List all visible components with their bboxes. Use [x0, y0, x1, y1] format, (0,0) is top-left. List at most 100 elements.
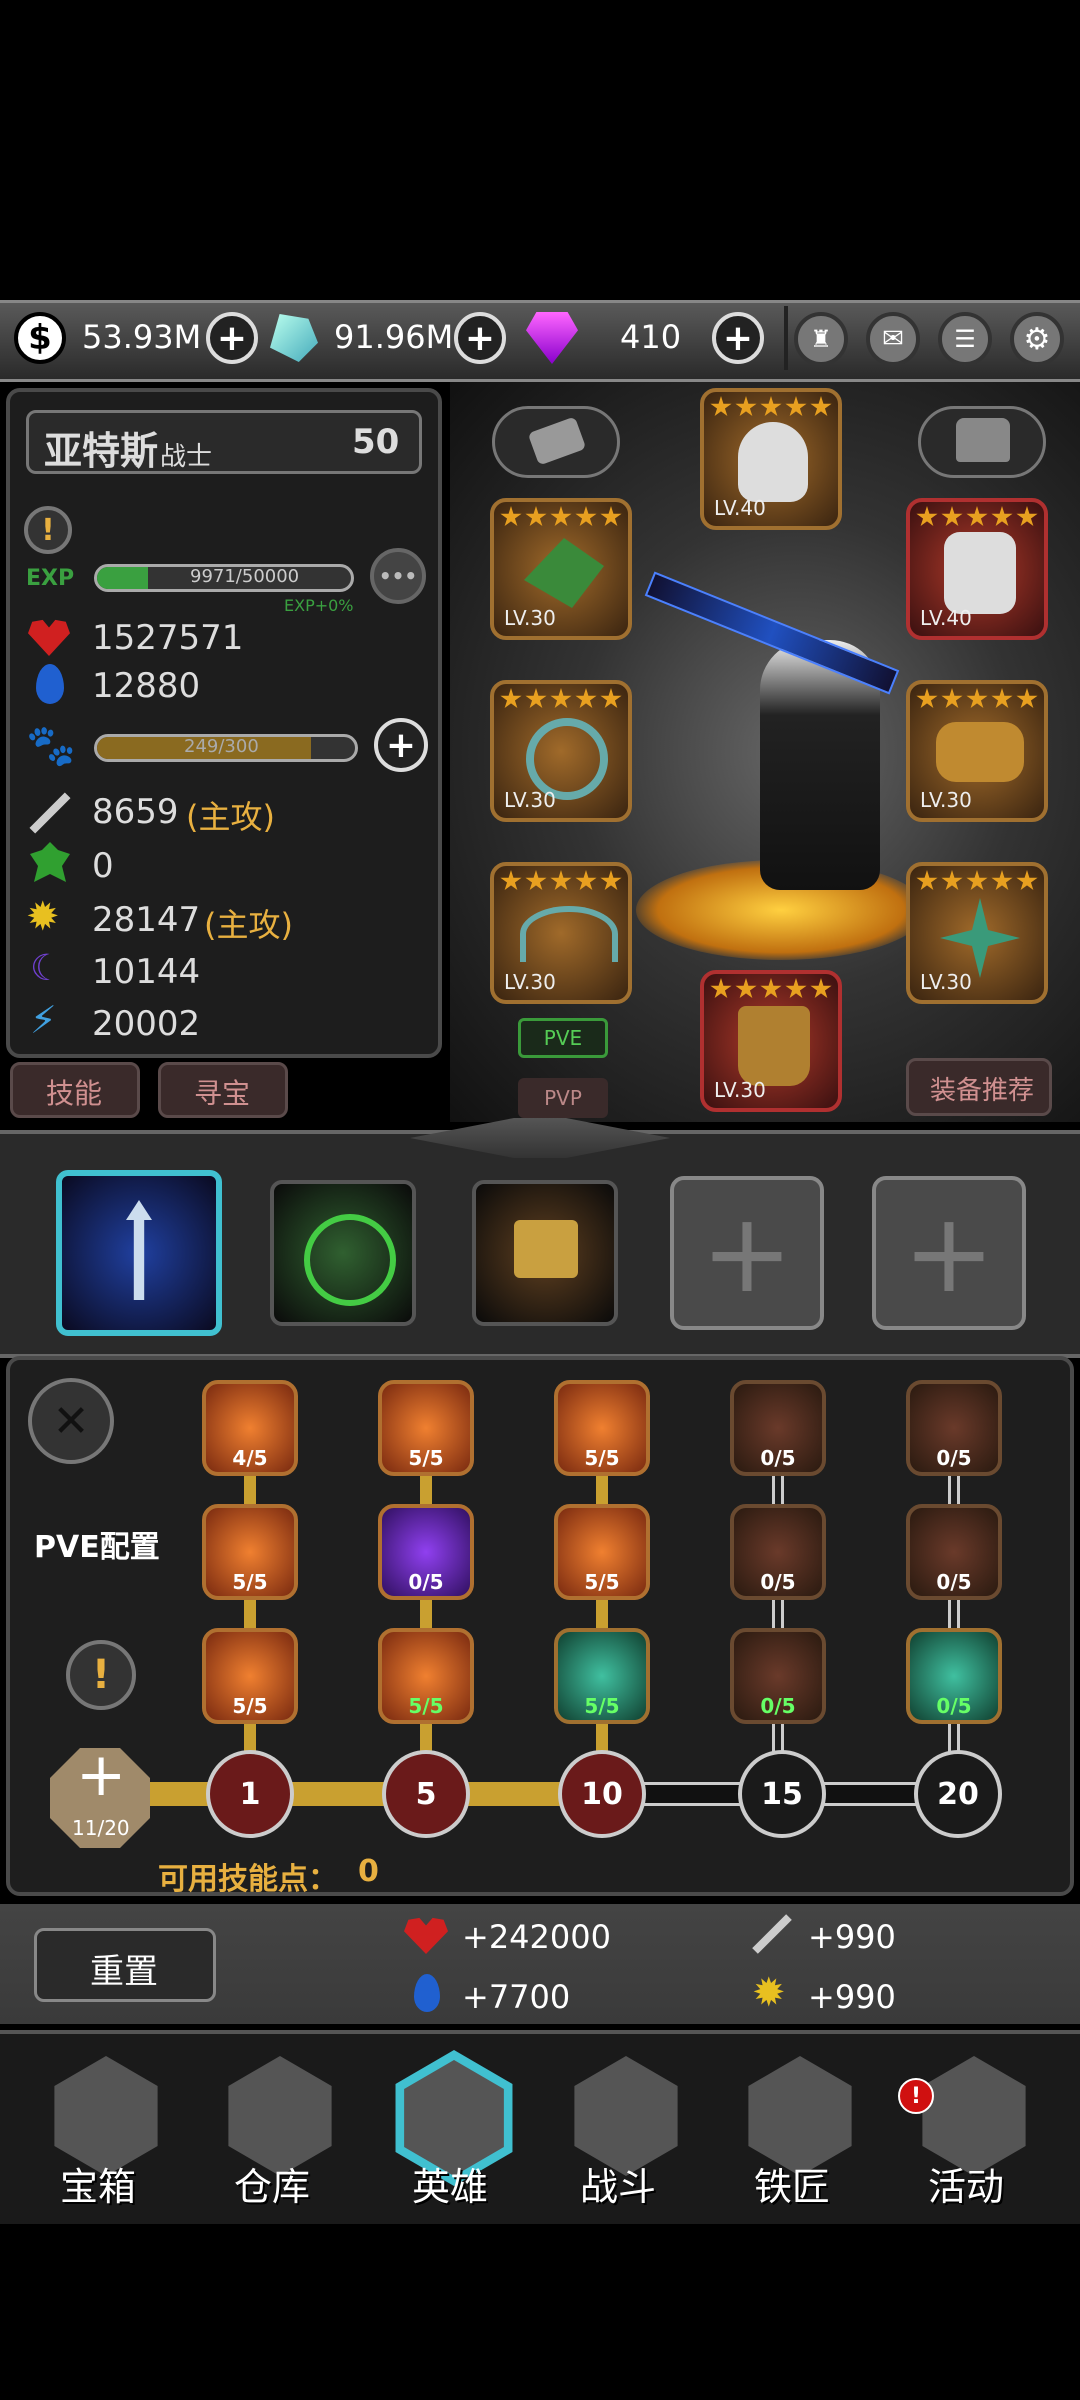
- tab-hero[interactable]: 英雄: [386, 2050, 526, 2209]
- mana-drop-icon: [36, 664, 64, 704]
- add-pet-button[interactable]: +: [374, 718, 428, 772]
- hero-level: 50: [352, 422, 400, 462]
- skill-r1c2[interactable]: 5/5: [378, 1380, 474, 1476]
- stat-defense: 10144: [92, 952, 201, 992]
- equip-slot-shuriken[interactable]: LV.30: [906, 862, 1048, 1004]
- skill-info-button[interactable]: !: [66, 1640, 136, 1710]
- config-label: PVE配置: [34, 1530, 160, 1565]
- pet-value: 249/300: [184, 736, 259, 757]
- equip-slot-bow[interactable]: LV.30: [490, 862, 632, 1004]
- equip-slot-armor[interactable]: LV.40: [906, 498, 1048, 640]
- level-node-20: 20: [914, 1750, 1002, 1838]
- skill-r3c5[interactable]: 0/5: [906, 1628, 1002, 1724]
- skill-r2c3[interactable]: 5/5: [554, 1504, 650, 1600]
- armor-icon: [944, 532, 1016, 614]
- skill-r2c4[interactable]: 0/5: [730, 1504, 826, 1600]
- stat-speed: 20002: [92, 1004, 201, 1044]
- bonus-hp: +242000: [462, 1918, 611, 1956]
- tab-chest[interactable]: 宝箱: [42, 2056, 172, 2209]
- gear-icon[interactable]: ⚙: [1010, 312, 1064, 366]
- bonus-magic: +990: [808, 1978, 896, 2016]
- level-node-5: 5: [382, 1750, 470, 1838]
- equip-slot-boots[interactable]: LV.30: [700, 970, 842, 1112]
- trophy-icon[interactable]: ♜: [794, 312, 848, 366]
- progress-plus-icon: +: [76, 1740, 127, 1810]
- stat-luck: 0: [92, 846, 114, 886]
- more-button[interactable]: •••: [370, 548, 426, 604]
- bonus-attack: +990: [808, 1918, 896, 1956]
- treasure-button-label: 寻宝: [194, 1077, 251, 1110]
- sword-emblem-icon: [126, 1200, 152, 1300]
- equip-slot-ring[interactable]: LV.30: [490, 680, 632, 822]
- mail-icon[interactable]: ✉: [866, 312, 920, 366]
- crystal-amount: 91.96M: [334, 318, 454, 356]
- skill-r1c4[interactable]: 0/5: [730, 1380, 826, 1476]
- progress-value: 11/20: [72, 1816, 130, 1840]
- leaf-icon: [524, 538, 604, 608]
- equip-slot-necklace[interactable]: LV.30: [490, 498, 632, 640]
- chest-icon: [956, 418, 1010, 462]
- moon-icon: ☾: [30, 948, 63, 989]
- skill-set-1[interactable]: [56, 1170, 222, 1336]
- pve-button[interactable]: PVE: [518, 1018, 608, 1058]
- skill-button-label: 技能: [46, 1077, 103, 1110]
- pvp-button[interactable]: PVP: [518, 1078, 608, 1118]
- bonus-sun-icon: ✹: [752, 1970, 786, 2016]
- reset-button-label: 重置: [90, 1952, 158, 1992]
- menu-divider: [784, 306, 788, 370]
- points-label: 可用技能点：: [158, 1862, 338, 1897]
- stat-magic: 28147: [92, 900, 201, 940]
- tab-battle[interactable]: 战斗: [562, 2056, 692, 2209]
- skill-r3c1[interactable]: 5/5: [202, 1628, 298, 1724]
- shuriken-icon: [940, 898, 1020, 978]
- hero-class: 战士: [160, 442, 213, 472]
- gloves-icon: [936, 722, 1024, 782]
- skill-r1c5[interactable]: 0/5: [906, 1380, 1002, 1476]
- tab-warehouse[interactable]: 仓库: [216, 2056, 346, 2209]
- level-node-10: 10: [558, 1750, 646, 1838]
- skill-r2c5[interactable]: 0/5: [906, 1504, 1002, 1600]
- equip-slot-helmet[interactable]: LV.40: [700, 388, 842, 530]
- skill-r2c2[interactable]: 0/5: [378, 1504, 474, 1600]
- hero-name: 亚特斯: [44, 429, 159, 473]
- dollar-icon: $: [14, 312, 66, 364]
- stat-attack: 8659: [92, 792, 179, 832]
- skill-r2c1[interactable]: 5/5: [202, 1504, 298, 1600]
- skill-r3c2[interactable]: 5/5: [378, 1628, 474, 1724]
- book-emblem-icon: [514, 1220, 578, 1278]
- stat-hp: 1527571: [92, 618, 244, 658]
- tab-events[interactable]: 活动: [910, 2056, 1040, 2209]
- close-skill-button[interactable]: ✕: [28, 1378, 114, 1464]
- exp-bonus: EXP+0%: [284, 596, 354, 615]
- add-gem-button[interactable]: +: [712, 312, 764, 364]
- bow-icon: [520, 906, 618, 962]
- gold-amount: 53.93M: [82, 318, 202, 356]
- skill-r1c1[interactable]: 4/5: [202, 1380, 298, 1476]
- add-crystal-button[interactable]: +: [454, 312, 506, 364]
- skill-set-2[interactable]: [270, 1180, 416, 1326]
- add-skill-set-2[interactable]: +: [872, 1176, 1026, 1330]
- stat-mp: 12880: [92, 666, 201, 706]
- exp-bar-fill: [97, 567, 148, 589]
- add-skill-set-1[interactable]: +: [670, 1176, 824, 1330]
- bonus-mp: +7700: [462, 1978, 571, 2016]
- skill-set-3[interactable]: [472, 1180, 618, 1326]
- equip-slot-gloves[interactable]: LV.30: [906, 680, 1048, 822]
- info-button[interactable]: !: [24, 506, 72, 554]
- level-node-15: 15: [738, 1750, 826, 1838]
- bow-emblem-icon: [304, 1214, 396, 1306]
- add-gold-button[interactable]: +: [206, 312, 258, 364]
- skill-r3c4[interactable]: 0/5: [730, 1628, 826, 1724]
- lightning-icon: ⚡: [30, 998, 57, 1042]
- exp-label: EXP: [26, 566, 75, 591]
- helmet-icon: [738, 422, 808, 502]
- skill-r3c3[interactable]: 5/5: [554, 1628, 650, 1724]
- paw-icon: 🐾: [26, 723, 76, 769]
- boots-icon: [738, 1006, 810, 1086]
- tab-blacksmith[interactable]: 铁匠: [736, 2056, 866, 2209]
- gem-amount: 410: [620, 318, 682, 356]
- stat-magic-tag: (主攻): [204, 906, 293, 944]
- chat-icon[interactable]: ☰: [938, 312, 992, 366]
- stat-attack-tag: (主攻): [186, 798, 275, 836]
- skill-r1c3[interactable]: 5/5: [554, 1380, 650, 1476]
